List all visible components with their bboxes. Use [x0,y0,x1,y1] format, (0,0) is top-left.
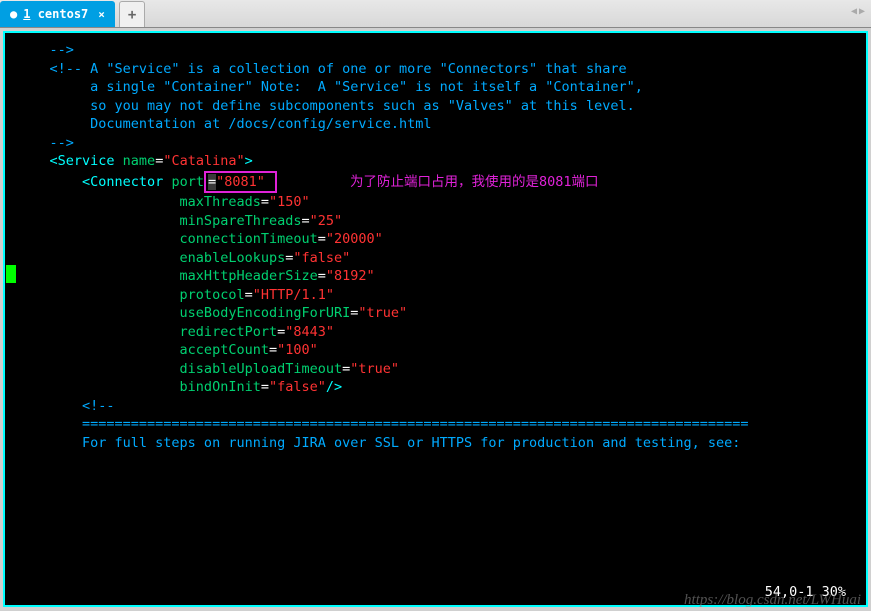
code-text: ========================================… [17,416,749,432]
code-text: > [245,153,253,169]
add-tab-button[interactable]: + [119,1,145,27]
code-text: "true" [358,305,407,321]
code-text: Connector [90,174,171,190]
code-text: "8192" [326,268,375,284]
port-highlight-box: ="8081" [204,171,277,194]
code-text: < [17,174,90,190]
code-text: "20000" [326,231,383,247]
code-text: maxThreads [17,194,261,210]
tab-label: 1 centos7 [23,7,88,21]
code-text: < [17,153,58,169]
code-text: "150" [269,194,310,210]
terminal-icon: ● [10,7,17,21]
code-text: "false" [293,250,350,266]
code-text: "8081" [216,174,265,190]
code-text: = [318,231,326,247]
nav-right-icon[interactable]: ▶ [859,6,865,17]
terminal-pane[interactable]: --> <!-- A "Service" is a collection of … [3,31,868,607]
code-text: useBodyEncodingForURI [17,305,350,321]
code-text: "HTTP/1.1" [253,287,334,303]
code-text: "false" [269,379,326,395]
code-text: "true" [350,361,399,377]
code-text: For full steps on running JIRA over SSL … [17,435,740,451]
code-text: acceptCount [17,342,269,358]
close-icon[interactable]: × [98,8,105,21]
code-text: maxHttpHeaderSize [17,268,318,284]
annotation-text: 为了防止端口占用，我使用的是8081端口 [350,174,599,190]
code-text: = [261,379,269,395]
code-text: redirectPort [17,324,277,340]
code-text: <!-- A "Service" is a collection of one … [17,61,627,77]
code-text: = [261,194,269,210]
code-text: /> [326,379,342,395]
code-text: = [318,268,326,284]
code-text: protocol [17,287,245,303]
code-text: "8443" [285,324,334,340]
tab-bar: ● 1 centos7 × + ◀ ▶ [0,0,871,28]
code-text: disableUploadTimeout [17,361,342,377]
code-text: connectionTimeout [17,231,318,247]
tab-nav: ◀ ▶ [851,6,865,17]
code-text: "100" [277,342,318,358]
code-text: --> [17,135,74,151]
watermark-text: https://blog.csdn.net/LWHuai [684,592,861,609]
code-text: = [208,174,216,190]
code-text: name [123,153,156,169]
code-text: so you may not define subcomponents such… [17,98,635,114]
code-text: "25" [310,213,343,229]
code-text: minSpareThreads [17,213,301,229]
code-text: = [245,287,253,303]
code-text: --> [17,42,74,58]
cursor [6,265,16,283]
code-text: enableLookups [17,250,285,266]
code-text: <!-- [17,398,115,414]
code-text: Service [58,153,123,169]
code-text: = [269,342,277,358]
code-text: = [277,324,285,340]
nav-left-icon[interactable]: ◀ [851,6,857,17]
code-text: a single "Container" Note: A "Service" i… [17,79,643,95]
tab-centos7[interactable]: ● 1 centos7 × [0,1,115,27]
code-text: = [301,213,309,229]
code-text: "Catalina" [163,153,244,169]
code-text: bindOnInit [17,379,261,395]
code-text: Documentation at /docs/config/service.ht… [17,116,432,132]
code-text: port [171,174,204,190]
